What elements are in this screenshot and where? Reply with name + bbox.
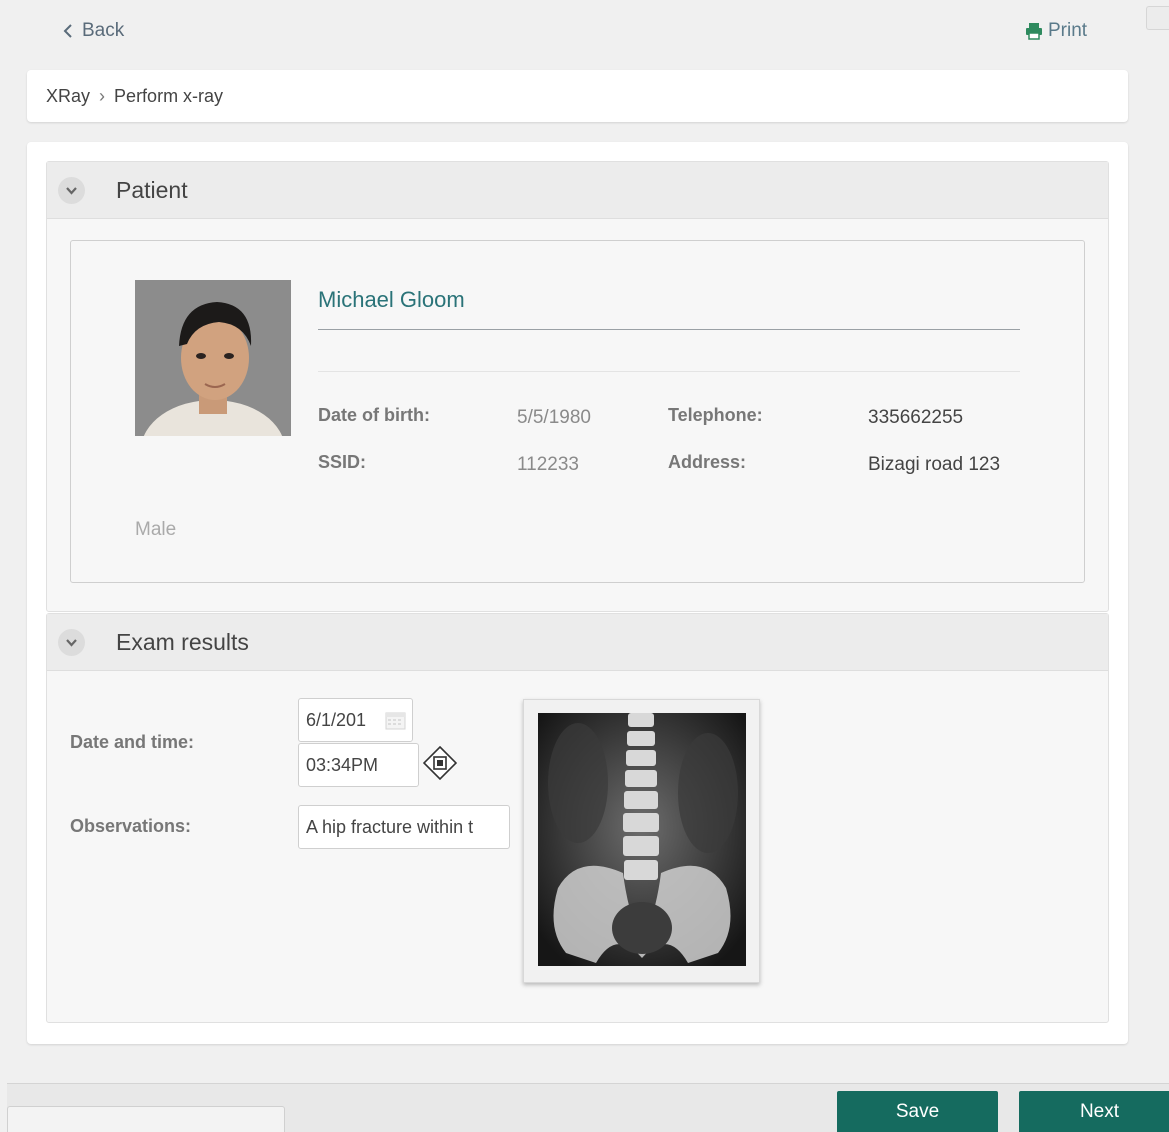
date-value: 6/1/201 <box>306 709 367 730</box>
dob-label: Date of birth: <box>318 405 430 425</box>
gender-value: Male <box>135 519 177 540</box>
patient-section-header[interactable]: Patient <box>47 162 1108 219</box>
top-bar: Back Print <box>0 0 1169 62</box>
save-button[interactable]: Save <box>837 1091 998 1132</box>
footer-tab[interactable] <box>7 1106 285 1132</box>
footer-bar: Save Next <box>7 1083 1169 1132</box>
telephone-label: Telephone: <box>668 405 763 425</box>
ssid-value: 112233 <box>517 454 579 475</box>
time-input[interactable]: 03:34PM <box>298 743 419 787</box>
datetime-label: Date and time: <box>70 732 195 752</box>
chevron-down-icon[interactable] <box>58 176 85 204</box>
calendar-icon[interactable] <box>385 710 406 730</box>
date-input[interactable]: 6/1/201 <box>298 698 413 742</box>
breadcrumb: XRay › Perform x-ray <box>27 70 1128 122</box>
time-value: 03:34PM <box>306 754 379 775</box>
move-cursor-icon <box>423 746 457 780</box>
patient-section-title: Patient <box>116 176 188 203</box>
breadcrumb-separator: › <box>99 86 106 106</box>
breadcrumb-current: Perform x-ray <box>114 86 224 106</box>
print-button[interactable]: Print <box>1024 20 1087 42</box>
side-panel-tab[interactable] <box>1146 6 1169 30</box>
xray-image <box>538 713 746 966</box>
printer-icon <box>1026 23 1042 40</box>
address-value: Bizagi road 123 <box>868 454 1001 475</box>
patient-card: Michael Gloom Date of birth: 5/5/1980 Te… <box>70 240 1085 583</box>
dob-value: 5/5/1980 <box>517 407 591 428</box>
patient-name: Michael Gloom <box>318 287 465 312</box>
divider <box>318 371 1020 372</box>
breadcrumb-root[interactable]: XRay <box>46 86 90 106</box>
exam-results-section: Exam results Date and time: 6/1/201 03:3… <box>46 613 1109 1023</box>
next-button[interactable]: Next <box>1019 1091 1169 1132</box>
chevron-down-icon[interactable] <box>58 628 85 656</box>
print-label: Print <box>1048 20 1088 41</box>
exam-section-header[interactable]: Exam results <box>47 614 1108 671</box>
ssid-label: SSID: <box>318 452 367 472</box>
telephone-value: 335662255 <box>868 407 964 428</box>
back-label: Back <box>82 20 125 41</box>
observations-label: Observations: <box>70 816 192 836</box>
chevron-left-icon <box>63 24 72 38</box>
exam-section-title: Exam results <box>116 628 249 655</box>
divider <box>318 329 1020 330</box>
back-link[interactable]: Back <box>62 20 124 42</box>
form-card: Patient Michael Gloom Date of birth: 5/5… <box>27 142 1128 1044</box>
address-label: Address: <box>668 452 747 472</box>
observations-input[interactable]: A hip fracture within t <box>298 805 510 849</box>
patient-photo <box>135 280 291 436</box>
observations-value: A hip fracture within t <box>306 816 474 837</box>
patient-section: Patient Michael Gloom Date of birth: 5/5… <box>46 161 1109 612</box>
xray-image-frame[interactable] <box>523 699 760 983</box>
